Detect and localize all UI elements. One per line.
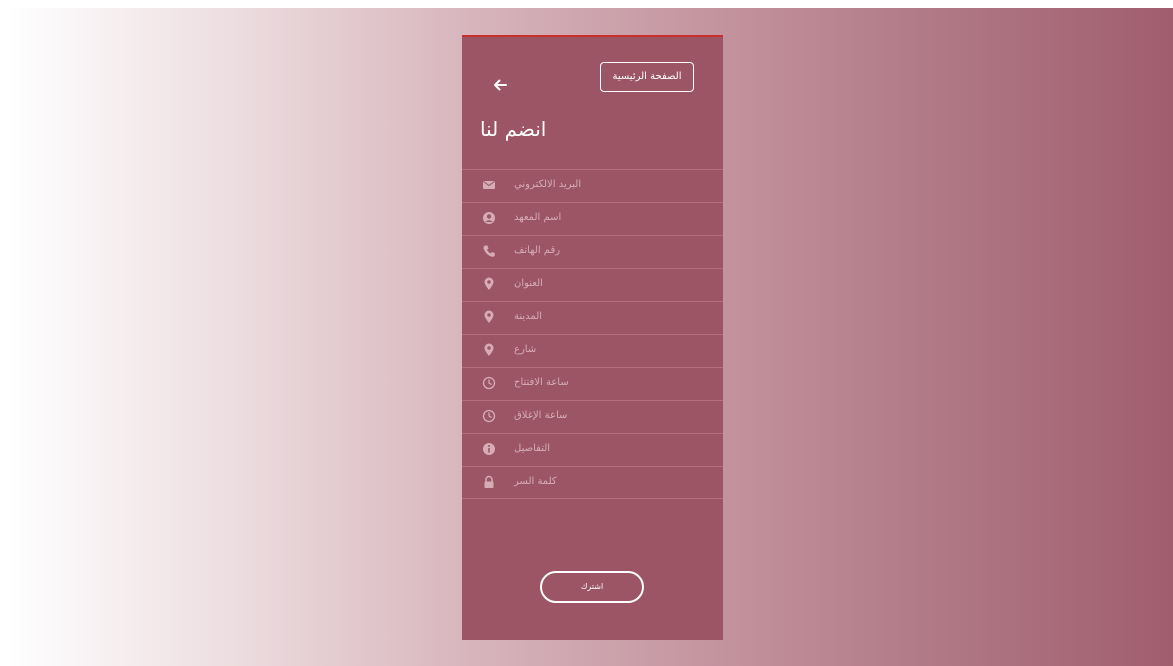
phone-field[interactable] <box>512 242 712 262</box>
clock-icon <box>482 409 496 423</box>
signup-panel: الصفحة الرئيسية انضم لنا البريد الالكترو… <box>462 35 723 640</box>
user-circle-icon <box>483 212 495 224</box>
street-field[interactable] <box>512 341 712 361</box>
street-field-row: شارع <box>462 334 723 367</box>
map-marker-icon <box>484 277 494 290</box>
closing-hour-field[interactable] <box>512 407 712 427</box>
details-field[interactable] <box>512 440 712 460</box>
info-circle-icon <box>483 443 495 455</box>
arrow-left-icon[interactable] <box>492 77 508 93</box>
subscribe-button[interactable]: اشترك <box>540 571 644 603</box>
envelope-icon <box>483 181 495 189</box>
password-field-row: كلمة السر <box>462 466 723 499</box>
password-field[interactable] <box>512 473 712 493</box>
address-field[interactable] <box>512 275 712 295</box>
home-page-button[interactable]: الصفحة الرئيسية <box>600 62 694 92</box>
city-field-row: المدينة <box>462 301 723 334</box>
page-title: انضم لنا <box>480 117 547 141</box>
clock-icon <box>482 376 496 390</box>
phone-field-row: رقم الهاتف <box>462 235 723 268</box>
opening-hour-field[interactable] <box>512 374 712 394</box>
address-field-row: العنوان <box>462 268 723 301</box>
email-field[interactable] <box>512 176 712 196</box>
institute-name-field[interactable] <box>512 209 712 229</box>
institute-name-field-row: اسم المعهد <box>462 202 723 235</box>
email-field-row: البريد الالكتروني <box>462 169 723 202</box>
map-marker-icon <box>484 310 494 323</box>
phone-icon <box>483 245 495 257</box>
map-marker-icon <box>484 343 494 356</box>
lock-icon <box>484 475 494 488</box>
signup-form: البريد الالكتروني اسم المعهد رقم الهاتف <box>462 169 723 499</box>
closing-hour-field-row: ساعة الإغلاق <box>462 400 723 433</box>
city-field[interactable] <box>512 308 712 328</box>
opening-hour-field-row: ساعة الافتتاح <box>462 367 723 400</box>
details-field-row: التفاصيل <box>462 433 723 466</box>
